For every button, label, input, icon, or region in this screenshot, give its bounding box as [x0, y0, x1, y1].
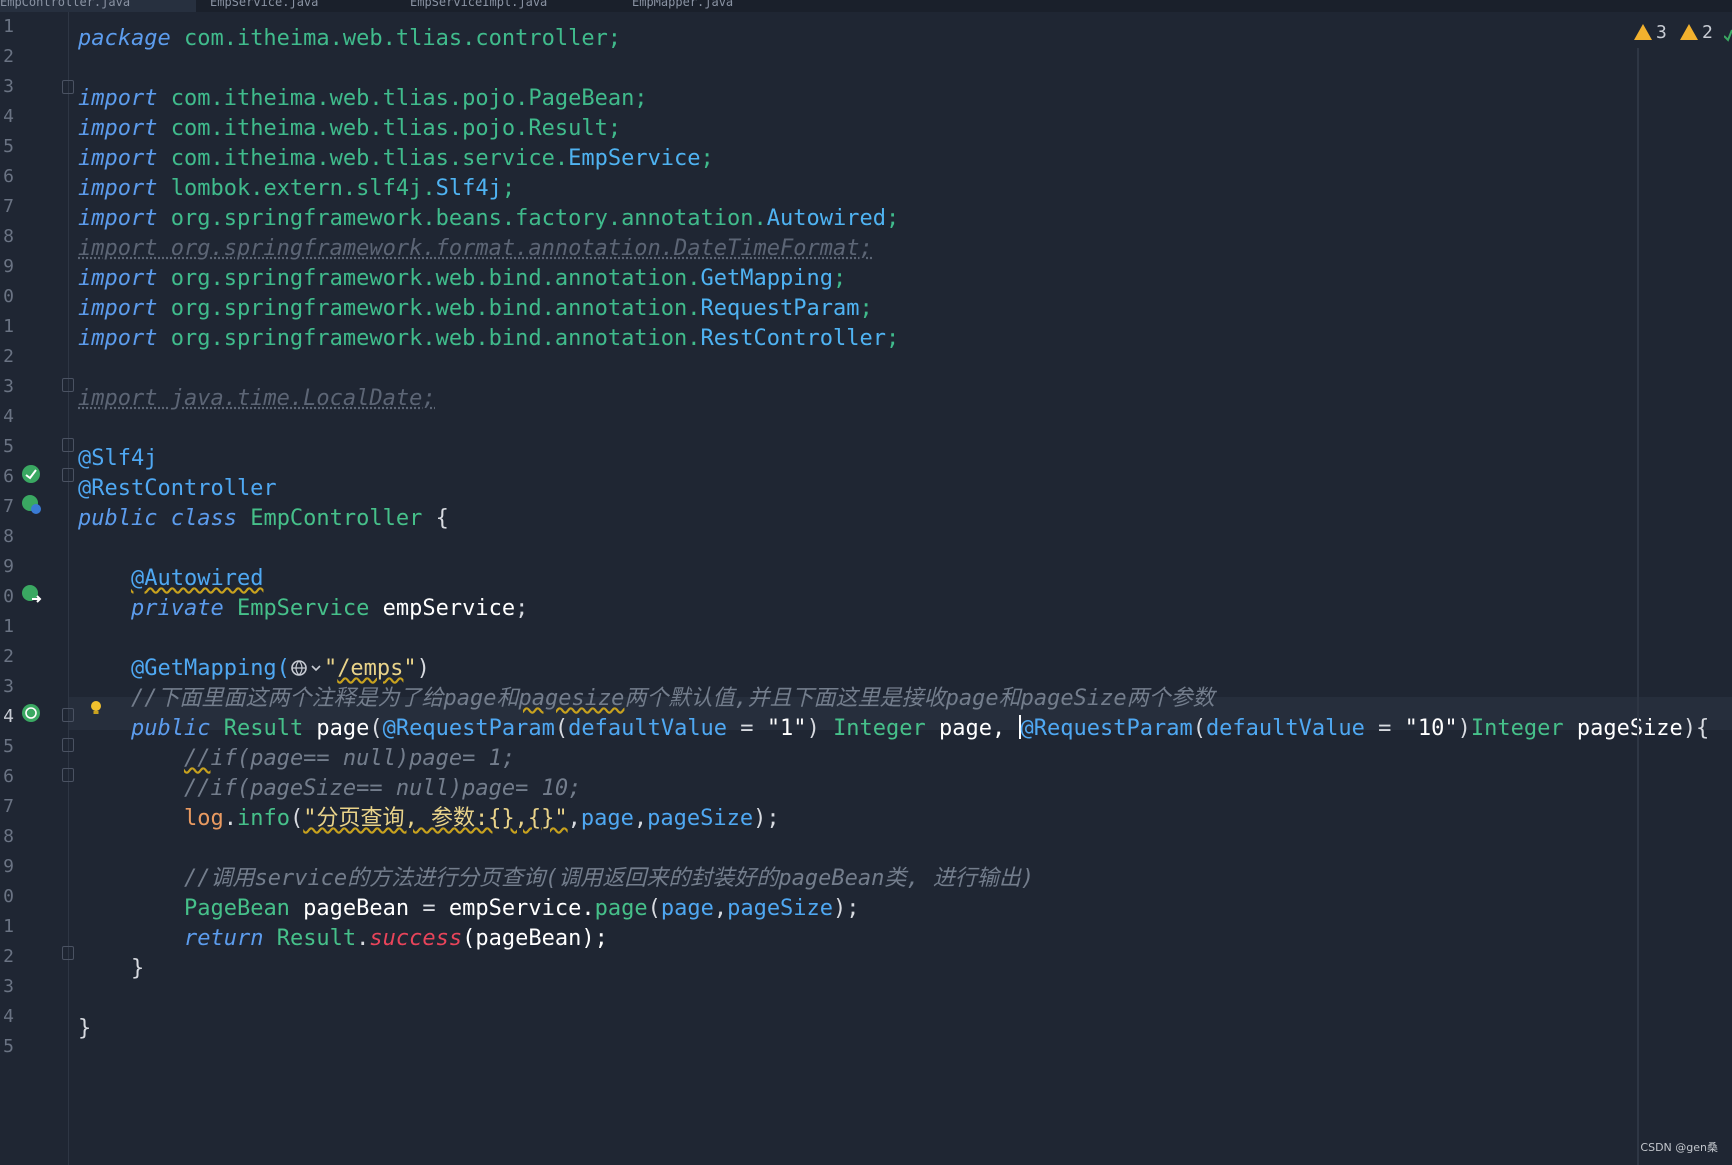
code-line-6: import lombok.extern.slf4j.Slf4j;	[78, 176, 516, 201]
code-line-27: log.info("分页查询, 参数:{},{}",page,pageSize)…	[183, 806, 780, 831]
code-line-5: import com.itheima.web.tlias.service.Emp…	[78, 146, 714, 171]
line-number: 7	[3, 496, 14, 517]
fold-marker[interactable]	[62, 468, 74, 482]
web-endpoint-icon[interactable]	[20, 702, 42, 724]
editor-tab-strip: EmpController.java EmpService.java EmpSe…	[0, 0, 1732, 12]
line-number: 3	[3, 676, 14, 697]
line-number: 9	[3, 256, 14, 277]
inspection-warnings[interactable]: 3	[1634, 22, 1667, 44]
line-number: 5	[3, 1036, 14, 1057]
code-line-30: PageBean pageBean = empService.page(page…	[183, 896, 860, 921]
code-line-32: }	[130, 956, 145, 981]
code-line-24: public Result page(@RequestParam(default…	[130, 715, 1710, 741]
code-line-3: import com.itheima.web.tlias.pojo.PageBe…	[78, 86, 648, 111]
fold-marker[interactable]	[62, 378, 74, 392]
line-number: 3	[3, 976, 14, 997]
fold-marker[interactable]	[62, 80, 74, 94]
line-number: 8	[3, 226, 14, 247]
fold-marker[interactable]	[62, 708, 74, 722]
line-number: 9	[3, 556, 14, 577]
code-line-7: import org.springframework.beans.factory…	[78, 206, 900, 231]
line-number: 9	[3, 856, 14, 877]
line-number: 1	[3, 916, 14, 937]
line-number: 6	[3, 766, 14, 787]
code-line-8: import org.springframework.format.annota…	[78, 236, 873, 261]
line-number: 7	[3, 196, 14, 217]
code-line-9: import org.springframework.web.bind.anno…	[78, 266, 847, 291]
line-number: 2	[3, 346, 14, 367]
vertical-scrollbar[interactable]	[1637, 48, 1639, 1165]
line-number: 2	[3, 46, 14, 67]
code-line-4: import com.itheima.web.tlias.pojo.Result…	[78, 116, 622, 141]
line-number: 0	[3, 886, 14, 907]
line-number: 4	[3, 406, 14, 427]
code-line-10: import org.springframework.web.bind.anno…	[78, 296, 873, 321]
inspection-weak-warnings[interactable]: 2	[1680, 22, 1713, 44]
code-line-19: @Autowired	[130, 566, 264, 591]
globe-endpoint-icon[interactable]	[290, 658, 324, 678]
fold-marker[interactable]	[62, 946, 74, 960]
line-number: 1	[3, 316, 14, 337]
fold-marker[interactable]	[62, 438, 74, 452]
warning-icon	[1634, 24, 1652, 40]
line-number: 5	[3, 136, 14, 157]
line-number: 8	[3, 526, 14, 547]
code-line-15: @Slf4j	[78, 446, 158, 471]
code-line-25: //if(page== null)page= 1;	[183, 746, 516, 771]
spring-bean-class-icon[interactable]	[20, 493, 42, 515]
tab-emp-service[interactable]: EmpService.java	[210, 0, 390, 12]
line-number: 4	[3, 706, 14, 727]
code-line-17: public class EmpController {	[78, 506, 449, 531]
code-line-1: package com.itheima.web.tlias.controller…	[78, 26, 622, 51]
code-line-23: //下面里面这两个注释是为了给page和pagesize两个默认值,并且下面这里…	[130, 686, 1215, 711]
line-number: 8	[3, 826, 14, 847]
code-line-22: @GetMapping("/emps")	[130, 656, 430, 681]
code-line-16: @RestController	[78, 476, 277, 501]
line-number: 0	[3, 586, 14, 607]
line-number: 6	[3, 466, 14, 487]
line-number: 4	[3, 1006, 14, 1027]
line-number: 3	[3, 376, 14, 397]
fold-marker[interactable]	[62, 768, 74, 782]
line-number: 5	[3, 436, 14, 457]
check-icon	[1724, 29, 1732, 42]
navigate-autowired-icon[interactable]	[20, 583, 42, 605]
spring-bean-icon[interactable]	[20, 463, 42, 485]
line-number: 7	[3, 796, 14, 817]
tab-emp-mapper[interactable]: EmpMapper.java	[632, 0, 812, 12]
code-line-11: import org.springframework.web.bind.anno…	[78, 326, 900, 351]
tab-emp-service-impl[interactable]: EmpServiceImpl.java	[410, 0, 620, 12]
line-number: 3	[3, 76, 14, 97]
line-number: 1	[3, 16, 14, 37]
code-line-26: //if(pageSize== null)page= 10;	[183, 776, 582, 801]
code-line-31: return Result.success(pageBean);	[183, 926, 608, 951]
line-number: 6	[3, 166, 14, 187]
weak-warning-icon	[1680, 24, 1698, 40]
code-line-20: private EmpService empService;	[130, 596, 529, 621]
code-editor[interactable]: package com.itheima.web.tlias.controller…	[78, 12, 1709, 1165]
line-number: 5	[3, 736, 14, 757]
code-line-13: import java.time.LocalDate;	[78, 386, 436, 411]
line-number: 2	[3, 646, 14, 667]
line-number: 4	[3, 106, 14, 127]
watermark: CSDN @gen桑	[1640, 1141, 1718, 1154]
line-number: 0	[3, 286, 14, 307]
line-number: 1	[3, 616, 14, 637]
fold-marker[interactable]	[62, 738, 74, 752]
code-line-29: //调用service的方法进行分页查询(调用返回来的封装好的pageBean类…	[183, 866, 1035, 891]
code-line-34: }	[78, 1016, 92, 1041]
line-number: 2	[3, 946, 14, 967]
tab-emp-controller[interactable]: EmpController.java	[0, 0, 196, 12]
